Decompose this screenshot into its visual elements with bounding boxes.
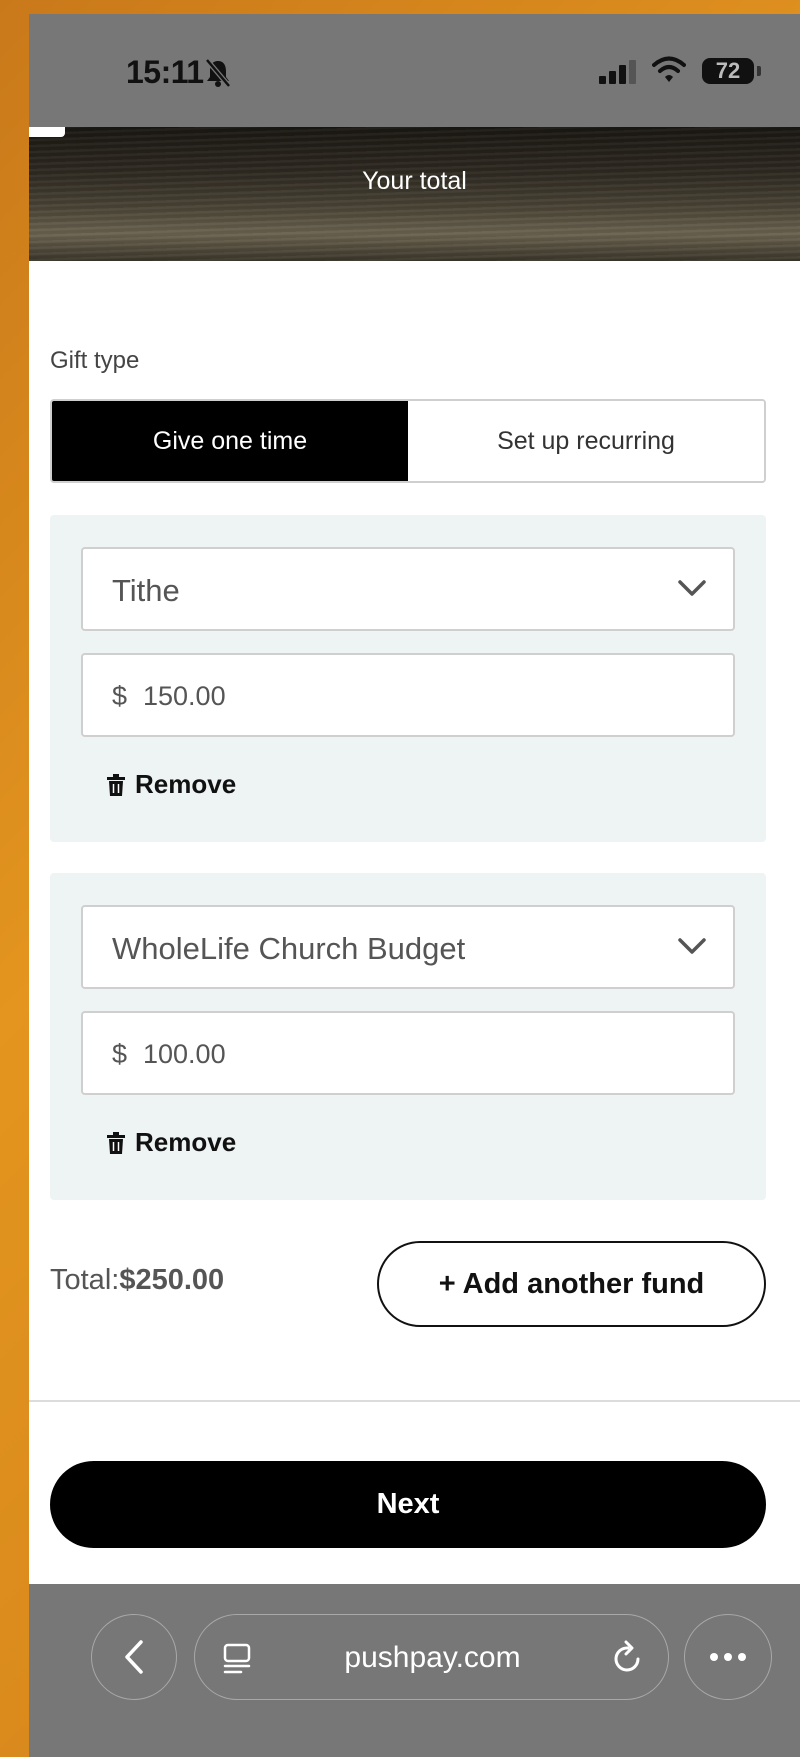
browser-toolbar: pushpay.com <box>29 1584 800 1757</box>
divider <box>29 1400 800 1402</box>
hero-banner: Your total <box>29 127 800 261</box>
amount-input[interactable]: $ 100.00 <box>81 1011 735 1095</box>
status-time: 15:11 <box>126 54 204 90</box>
cellular-signal-icon <box>599 60 636 84</box>
chevron-down-icon <box>678 938 706 954</box>
fund-select[interactable]: WholeLife Church Budget <box>81 905 735 989</box>
remove-fund-button[interactable]: Remove <box>107 1127 236 1158</box>
silent-bell-icon <box>205 58 231 88</box>
chevron-left-icon <box>125 1640 143 1674</box>
gift-type-toggle: Give one time Set up recurring <box>50 399 766 483</box>
next-button[interactable]: Next <box>50 1461 766 1548</box>
add-another-fund-button[interactable]: + Add another fund <box>377 1241 766 1327</box>
battery-indicator: 72 <box>702 58 754 84</box>
remove-label: Remove <box>135 769 237 799</box>
status-bar: 15:11 72 <box>29 14 800 127</box>
remove-label: Remove <box>135 1127 237 1157</box>
fund-select[interactable]: Tithe <box>81 547 735 631</box>
total-value: $250.00 <box>119 1264 225 1296</box>
total-label: Total: <box>50 1264 120 1296</box>
ellipsis-icon <box>710 1653 746 1661</box>
amount-value: 150.00 <box>143 681 226 711</box>
trash-icon <box>107 1131 125 1154</box>
back-button[interactable] <box>91 1614 177 1700</box>
url-text: pushpay.com <box>344 1641 521 1674</box>
gift-type-label: Gift type <box>50 347 140 374</box>
battery-nub <box>757 66 761 76</box>
currency-symbol: $ <box>112 681 128 711</box>
hero-title: Your total <box>362 167 467 195</box>
hero-tab-marker <box>29 127 65 137</box>
fund-select-value: Tithe <box>112 573 180 608</box>
fund-select-value: WholeLife Church Budget <box>112 931 466 966</box>
wifi-icon <box>652 56 686 82</box>
currency-symbol: $ <box>112 1039 128 1069</box>
amount-input[interactable]: $ 150.00 <box>81 653 735 737</box>
fund-card: WholeLife Church Budget $ 100.00 Remove <box>50 873 766 1200</box>
phone-screen: 15:11 72 Your total Gift type Give one t… <box>29 14 800 1757</box>
amount-value: 100.00 <box>143 1039 226 1069</box>
trash-icon <box>107 773 125 796</box>
set-up-recurring-button[interactable]: Set up recurring <box>408 401 764 481</box>
give-one-time-button[interactable]: Give one time <box>52 401 408 481</box>
reload-icon[interactable] <box>612 1640 644 1674</box>
fund-card: Tithe $ 150.00 Remove <box>50 515 766 842</box>
remove-fund-button[interactable]: Remove <box>107 769 236 800</box>
total-summary: Total:$250.00 <box>50 1264 224 1297</box>
chevron-down-icon <box>678 580 706 596</box>
more-options-button[interactable] <box>684 1614 772 1700</box>
address-bar[interactable]: pushpay.com <box>194 1614 669 1700</box>
